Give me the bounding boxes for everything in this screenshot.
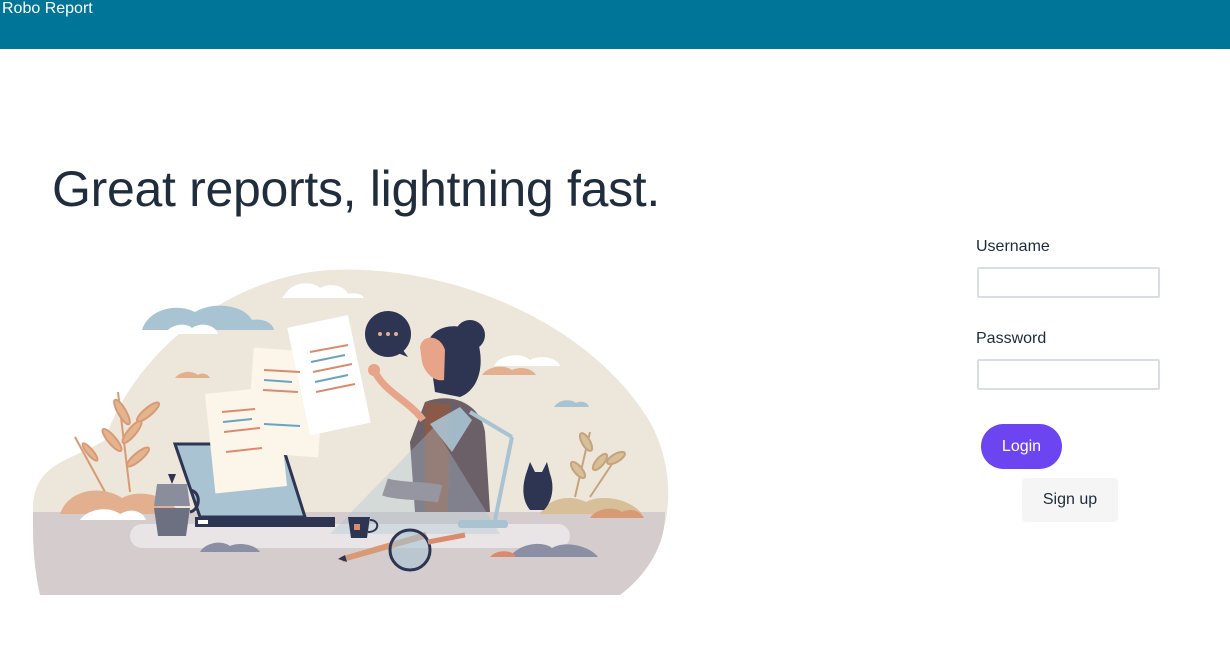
login-button[interactable]: Login [981,424,1062,469]
brand-link[interactable]: Robo Report [2,0,93,18]
signup-button[interactable]: Sign up [1022,478,1118,522]
hero-illustration [32,269,669,595]
password-input[interactable] [977,359,1160,390]
speech-bubble [365,311,411,357]
login-form: Username Password Login Sign up [976,236,1176,536]
username-input[interactable] [977,267,1160,298]
top-navbar: Robo Report [0,0,1230,49]
password-label: Password [976,330,1047,347]
hero-headline: Great reports, lightning fast. [52,161,660,217]
username-label: Username [976,238,1050,255]
